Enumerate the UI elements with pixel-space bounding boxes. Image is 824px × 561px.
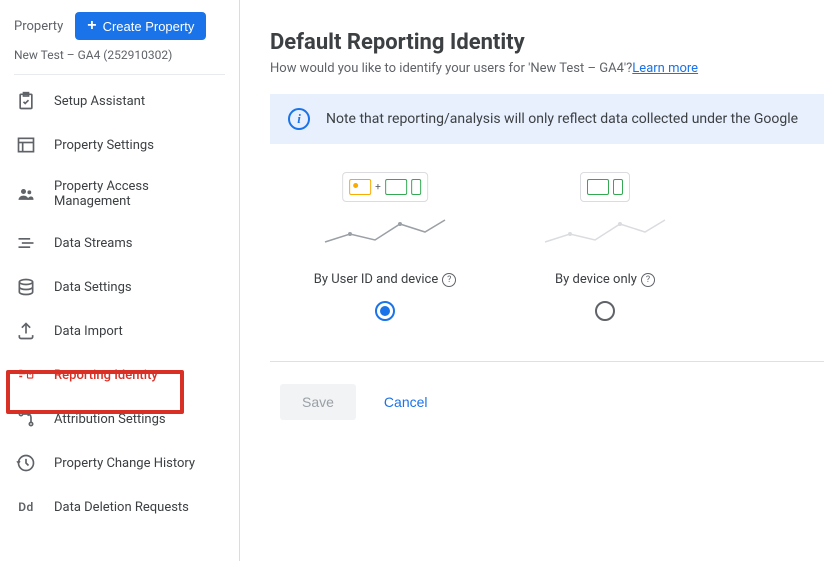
plus-icon: +	[87, 18, 96, 34]
sidebar-item-label: Data Settings	[54, 280, 132, 295]
sidebar-item-data-streams[interactable]: Data Streams	[0, 221, 239, 265]
database-icon	[16, 277, 36, 297]
option-title: By device only ?	[555, 272, 655, 287]
streams-icon	[16, 233, 36, 253]
divider	[14, 74, 225, 75]
sidebar-item-property-settings[interactable]: Property Settings	[0, 123, 239, 167]
sidebar-item-property-access[interactable]: Property Access Management	[0, 167, 239, 221]
page-title: Default Reporting Identity	[270, 30, 824, 55]
upload-icon	[16, 321, 36, 341]
sidebar-item-data-settings[interactable]: Data Settings	[0, 265, 239, 309]
sidebar-item-label: Setup Assistant	[54, 94, 145, 109]
sidebar-item-label: Reporting Identity	[54, 368, 158, 383]
history-icon	[16, 453, 36, 473]
page-subtitle: How would you like to identify your user…	[270, 61, 824, 76]
sidebar-item-label: Attribution Settings	[54, 412, 166, 427]
create-property-label: Create Property	[103, 19, 195, 34]
breadcrumb[interactable]: New Test – GA4 (252910302)	[0, 48, 239, 74]
option-graphic	[540, 172, 670, 252]
cancel-button[interactable]: Cancel	[376, 384, 436, 420]
clipboard-check-icon	[16, 91, 36, 111]
learn-more-link[interactable]: Learn more	[632, 61, 698, 76]
attribution-icon	[16, 409, 36, 429]
radio-by-user-id-and-device[interactable]	[375, 301, 395, 321]
radio-by-device-only[interactable]	[595, 301, 615, 321]
divider	[270, 361, 824, 362]
option-title: By User ID and device ?	[314, 272, 457, 287]
people-icon	[16, 184, 36, 204]
option-by-user-id-and-device: + By User ID and device ?	[300, 172, 470, 321]
info-banner: i Note that reporting/analysis will only…	[270, 94, 824, 144]
help-icon[interactable]: ?	[442, 273, 456, 287]
sidebar-item-label: Data Deletion Requests	[54, 500, 189, 515]
sidebar-item-attribution-settings[interactable]: Attribution Settings	[0, 397, 239, 441]
sidebar-item-label: Property Change History	[54, 456, 195, 471]
sidebar-item-label: Data Streams	[54, 236, 132, 251]
sidebar-item-label: Data Import	[54, 324, 123, 339]
option-graphic: +	[320, 172, 450, 252]
sidebar-item-reporting-identity[interactable]: Reporting Identity	[0, 353, 239, 397]
sidebar-item-label: Property Settings	[54, 138, 154, 153]
sidebar-item-data-deletion[interactable]: Dd Data Deletion Requests	[0, 485, 239, 529]
layout-icon	[16, 135, 36, 155]
sidebar-item-data-import[interactable]: Data Import	[0, 309, 239, 353]
option-by-device-only: By device only ?	[520, 172, 690, 321]
info-banner-text: Note that reporting/analysis will only r…	[326, 111, 798, 127]
info-icon: i	[288, 108, 310, 130]
identity-icon	[16, 365, 36, 385]
create-property-button[interactable]: + Create Property	[75, 12, 206, 40]
sidebar-item-setup-assistant[interactable]: Setup Assistant	[0, 79, 239, 123]
dd-icon: Dd	[16, 497, 36, 517]
property-label: Property	[14, 19, 63, 34]
help-icon[interactable]: ?	[641, 273, 655, 287]
sidebar-item-label: Property Access Management	[54, 179, 223, 209]
sidebar-item-change-history[interactable]: Property Change History	[0, 441, 239, 485]
save-button[interactable]: Save	[280, 384, 356, 420]
